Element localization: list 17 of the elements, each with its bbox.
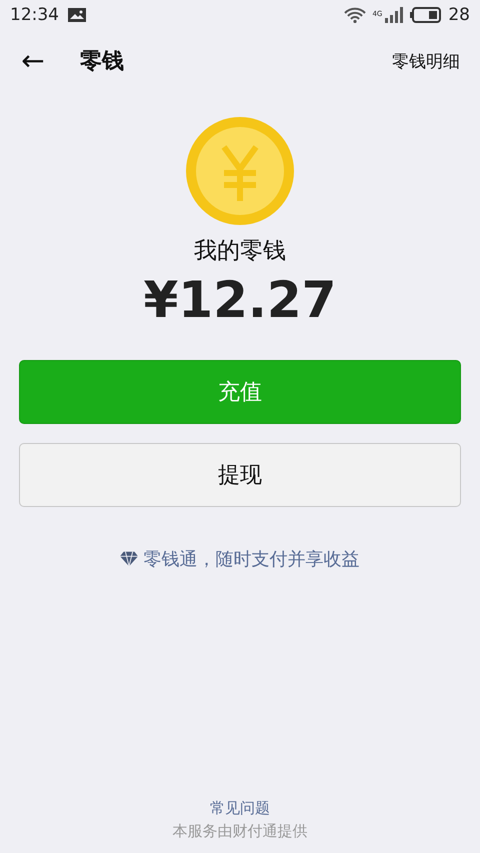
balance-label: 我的零钱	[194, 237, 286, 266]
signal-icon	[384, 7, 404, 23]
wifi-icon	[344, 7, 366, 23]
details-link[interactable]: 零钱明细	[392, 50, 460, 72]
battery-level: 28	[448, 5, 470, 25]
balance-amount: ¥12.27	[144, 270, 336, 330]
faq-link[interactable]: 常见问题	[210, 799, 270, 818]
diamond-icon	[120, 550, 138, 568]
withdraw-button[interactable]: 提现	[19, 443, 461, 507]
image-icon	[67, 7, 87, 23]
battery-icon	[410, 7, 442, 23]
status-time: 12:34	[10, 5, 59, 25]
back-button[interactable]: ←	[18, 47, 48, 75]
page-title: 零钱	[80, 48, 124, 76]
coin-icon	[186, 117, 294, 225]
provider-note: 本服务由财付通提供	[172, 822, 308, 841]
promo-link[interactable]: 零钱通，随时支付并享收益	[142, 527, 360, 591]
